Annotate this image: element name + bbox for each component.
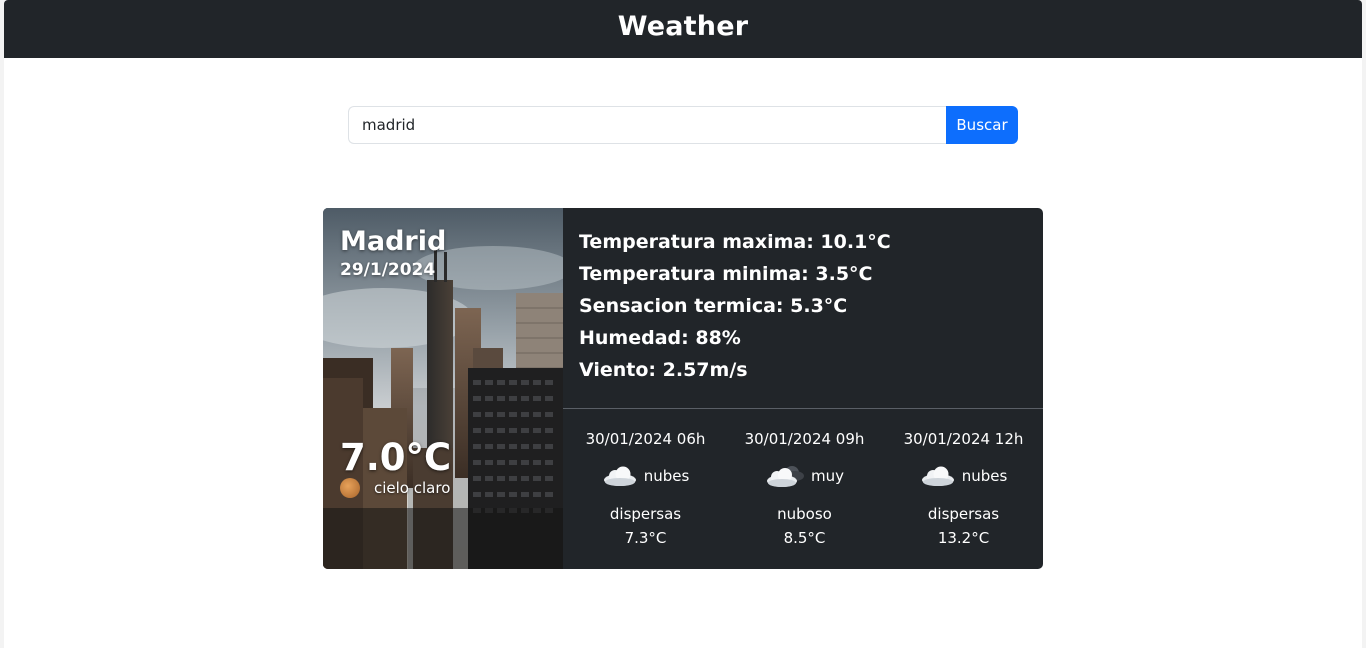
forecast-temp: 7.3°C [624,529,667,547]
forecast-list: 30/01/2024 06h nubes dispersas 7.3°C 30/… [563,428,1043,551]
search-button[interactable]: Buscar [946,106,1018,144]
forecast-desc-2: nuboso [777,505,832,523]
forecast-temp: 13.2°C [937,529,990,547]
current-condition: cielo claro [374,479,451,497]
forecast-desc-1: nubes [643,467,690,485]
forecast-temp: 8.5°C [783,529,826,547]
navbar: Weather [4,0,1362,58]
broken-clouds-icon [767,466,804,487]
detail-feels-like: Sensacion termica: 5.3°C [579,295,848,317]
forecast-time: 30/01/2024 06h [585,430,706,448]
forecast-time: 30/01/2024 09h [744,430,865,448]
search-input[interactable] [348,106,946,144]
detail-max-temp: Temperatura maxima: 10.1°C [579,231,891,253]
detail-humidity: Humedad: 88% [579,327,741,349]
weather-details-list: Temperatura maxima: 10.1°C Temperatura m… [579,226,891,386]
forecast-time: 30/01/2024 12h [903,430,1024,448]
search-form: Buscar [348,106,1018,144]
weather-details-panel: Temperatura maxima: 10.1°C Temperatura m… [563,208,1043,569]
detail-wind: Viento: 2.57m/s [579,359,748,381]
forecast-desc-2: dispersas [609,505,682,523]
scattered-clouds-icon [603,466,636,486]
forecast-desc-2: dispersas [927,505,1000,523]
weather-card: Madrid 29/1/2024 7.0°C cielo claro Tempe… [323,208,1043,569]
city-name: Madrid [340,226,447,257]
forecast-item: 30/01/2024 06h nubes dispersas 7.3°C [566,428,725,551]
clear-sky-icon [340,478,360,498]
page-title: Weather [617,11,749,42]
scattered-clouds-icon [921,466,954,486]
detail-min-temp: Temperatura minima: 3.5°C [579,263,873,285]
forecast-item: 30/01/2024 12h nubes dispersas 13.2°C [884,428,1043,551]
current-temperature: 7.0°C [340,436,452,479]
divider [563,408,1043,409]
forecast-desc-1: muy [811,467,844,485]
forecast-item: 30/01/2024 09h muy nuboso 8.5°C [725,428,884,551]
current-date: 29/1/2024 [340,260,436,280]
page: Weather Buscar [4,0,1362,648]
city-photo: Madrid 29/1/2024 7.0°C cielo claro [323,208,563,569]
forecast-desc-1: nubes [961,467,1008,485]
